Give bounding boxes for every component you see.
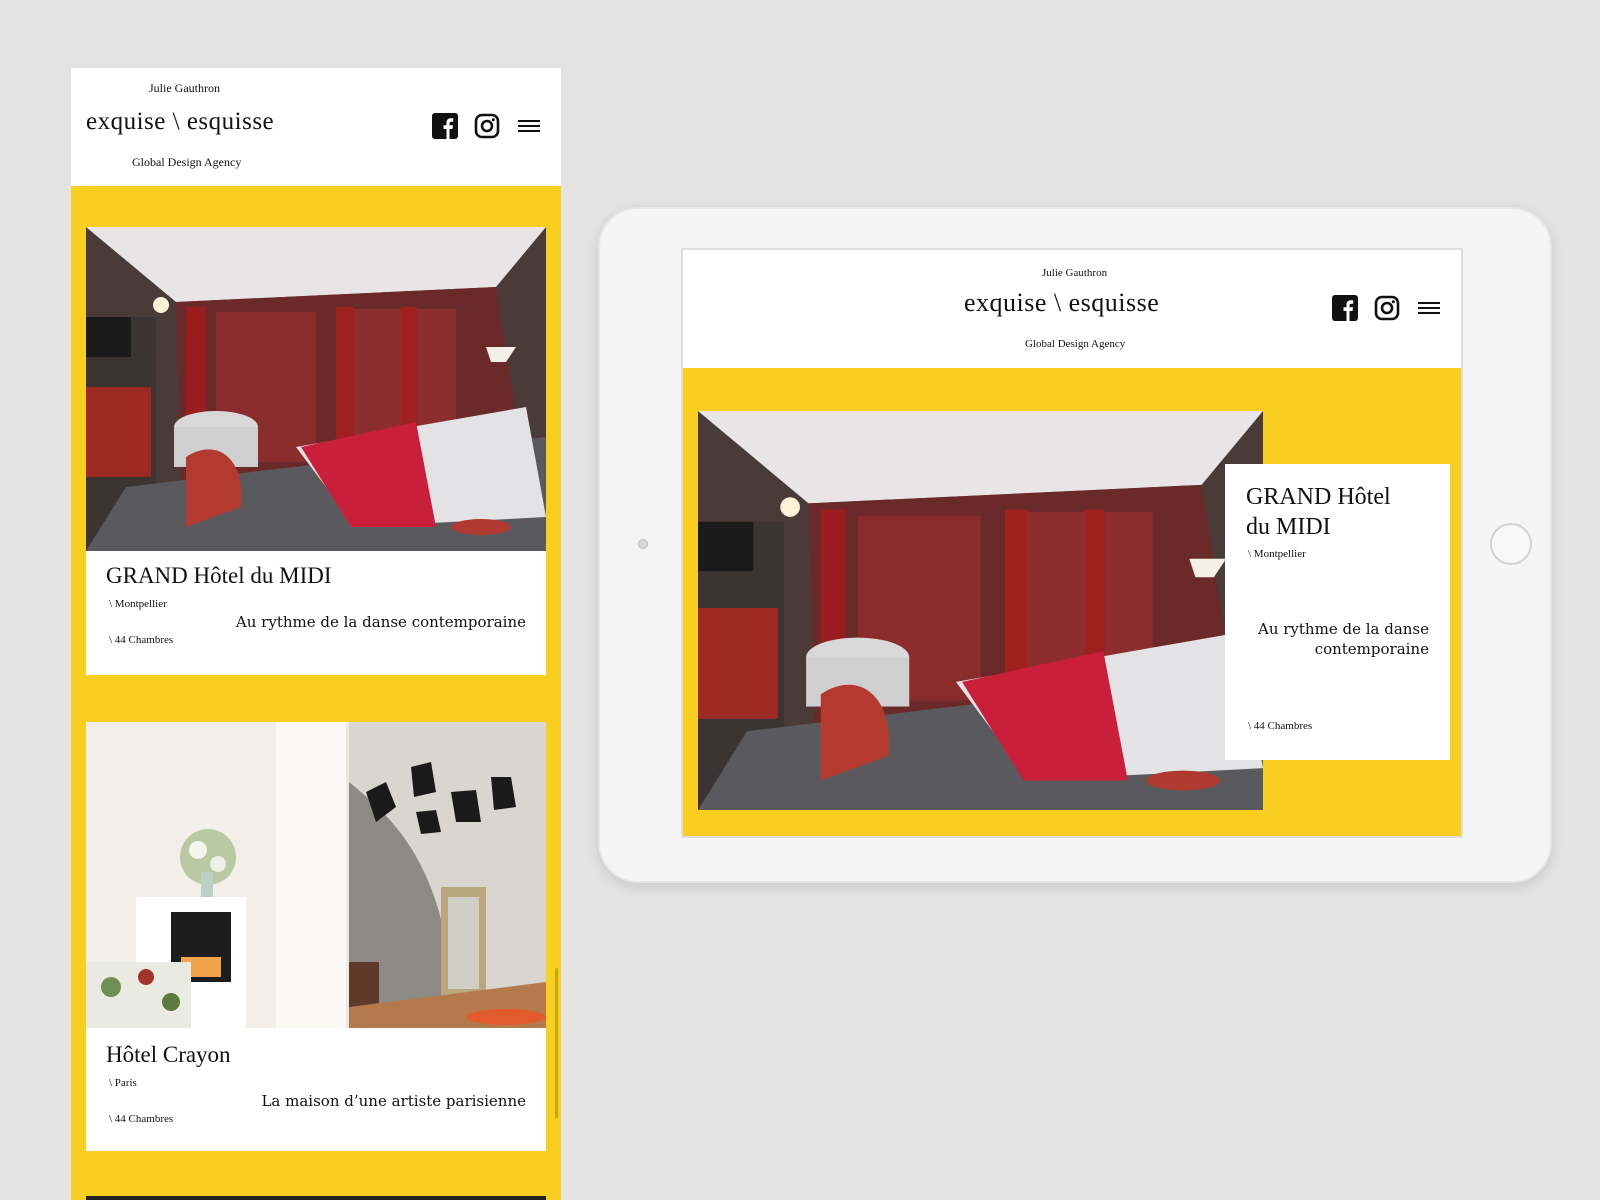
hotel-title: GRAND Hôtel du MIDI [106,563,332,588]
site-header: Julie Gauthron exquise \ esquisse Global… [683,250,1461,368]
hotel-description: La maison d’une artiste parisienne [261,1092,526,1110]
header-icons [1331,294,1443,322]
hotel-title: Hôtel Crayon [106,1042,231,1067]
hotel-rooms: \ 44 Chambres [109,1113,174,1125]
brand-author: Julie Gauthron [1042,267,1108,279]
hotel-photo[interactable] [698,411,1263,810]
instagram-icon[interactable] [473,112,501,140]
menu-icon[interactable] [515,112,543,140]
brand-author: Julie Gauthron [149,81,220,95]
instagram-icon[interactable] [1373,294,1401,322]
brand-tagline: Global Design Agency [132,155,242,169]
hotel-title-line: GRAND Hôtel [1246,484,1391,510]
hotel-title: GRAND Hôtel du MIDI [1246,482,1391,542]
hotel-rooms: \ 44 Chambres [1248,720,1313,732]
hotel-photo [86,227,546,551]
scrollbar[interactable] [555,968,558,1118]
hotel-card[interactable]: Hôtel Crayon \ Paris La maison d’une art… [86,722,546,1151]
hotel-title-line: du MIDI [1246,514,1331,540]
hotel-city: \ Paris [109,1077,137,1089]
hotel-city: \ Montpellier [1248,548,1306,560]
phone-viewport: Julie Gauthron exquise \ esquisse Global… [71,68,561,1200]
brand-logo[interactable]: exquise \ esquisse [964,288,1159,318]
hotel-rooms: \ 44 Chambres [109,634,174,646]
home-button[interactable] [1490,523,1532,565]
next-card-edge [86,1196,546,1200]
camera-icon [638,539,648,549]
hotel-description: Au rythme de la danse contemporaine [1258,620,1429,658]
brand-logo[interactable]: exquise \ esquisse [86,108,274,136]
brand-tagline: Global Design Agency [1025,338,1126,350]
hotel-photo [86,722,546,1028]
facebook-icon[interactable] [431,112,459,140]
hotel-description: Au rythme de la danse contemporaine [235,613,526,631]
facebook-icon[interactable] [1331,294,1359,322]
site-header: Julie Gauthron exquise \ esquisse Global… [71,68,561,186]
hotel-info-panel: GRAND Hôtel du MIDI \ Montpellier Au ryt… [1225,464,1450,760]
hotel-city: \ Montpellier [109,598,167,610]
tablet-viewport: Julie Gauthron exquise \ esquisse Global… [681,248,1463,838]
header-icons [431,112,543,140]
menu-icon[interactable] [1415,294,1443,322]
hotel-card[interactable]: GRAND Hôtel du MIDI \ Montpellier Au ryt… [86,227,546,675]
